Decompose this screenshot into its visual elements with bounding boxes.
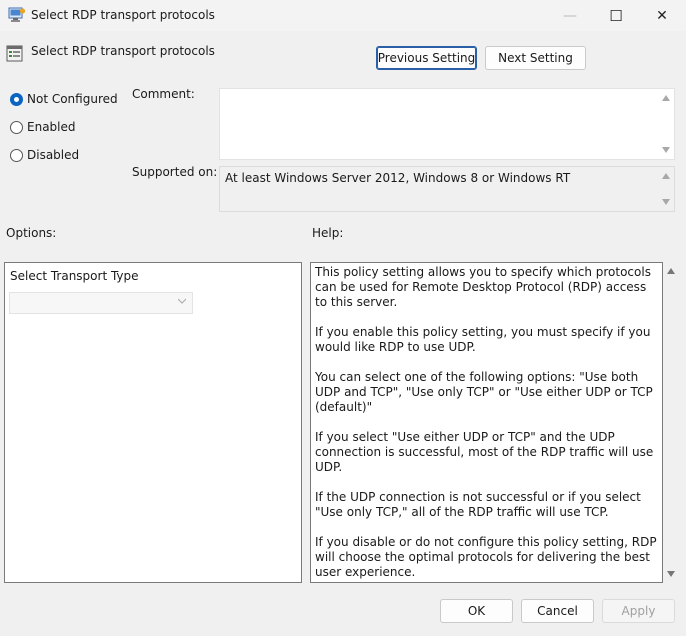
policy-app-icon: [8, 7, 26, 22]
apply-label: Apply: [621, 604, 656, 618]
next-setting-label: Next Setting: [498, 51, 573, 65]
ok-button[interactable]: OK: [440, 599, 513, 623]
help-panel: This policy setting allows you to specif…: [310, 262, 663, 583]
maximize-button[interactable]: ☐: [593, 0, 639, 31]
radio-disabled-label: Disabled: [27, 148, 80, 162]
options-label: Options:: [6, 226, 57, 240]
scroll-down-icon[interactable]: [662, 199, 670, 205]
help-paragraph: This policy setting allows you to specif…: [315, 265, 651, 309]
transport-type-select[interactable]: [9, 292, 193, 314]
help-paragraph: If the UDP connection is not successful …: [315, 490, 641, 519]
previous-setting-label: Previous Setting: [377, 51, 476, 65]
radio-disabled[interactable]: Disabled: [10, 148, 79, 162]
help-scrollbar[interactable]: [663, 262, 679, 583]
apply-button[interactable]: Apply: [602, 599, 675, 623]
radio-enabled[interactable]: Enabled: [10, 120, 76, 134]
scroll-down-icon[interactable]: [667, 571, 675, 577]
radio-enabled-indicator[interactable]: [10, 120, 23, 134]
radio-not-configured-label: Not Configured: [27, 92, 118, 106]
help-paragraph: If you enable this policy setting, you m…: [315, 325, 651, 354]
previous-setting-button[interactable]: Previous Setting: [376, 46, 477, 70]
radio-disabled-indicator[interactable]: [10, 148, 23, 162]
help-text: This policy setting allows you to specif…: [315, 265, 657, 595]
supported-on-label: Supported on:: [132, 165, 218, 179]
minimize-icon: —: [563, 7, 577, 24]
help-label: Help:: [312, 226, 344, 240]
setting-icon: [6, 45, 23, 62]
scroll-up-icon[interactable]: [662, 173, 670, 179]
comment-textbox[interactable]: [219, 88, 675, 160]
help-paragraph: You can select one of the following opti…: [315, 370, 653, 414]
next-setting-button[interactable]: Next Setting: [485, 46, 586, 70]
supported-on-box: At least Windows Server 2012, Windows 8 …: [219, 166, 675, 212]
radio-not-configured[interactable]: Not Configured: [10, 92, 118, 106]
title-bar: Select RDP transport protocols — ☐ ✕: [0, 0, 686, 31]
supported-scrollbar[interactable]: [658, 167, 674, 211]
close-icon: ✕: [656, 7, 668, 24]
radio-enabled-label: Enabled: [27, 120, 76, 134]
comment-label: Comment:: [132, 87, 195, 101]
help-paragraph: If you select "Use either UDP or TCP" an…: [315, 430, 654, 474]
window-title: Select RDP transport protocols: [31, 8, 215, 22]
ok-label: OK: [467, 604, 486, 618]
minimize-button[interactable]: —: [547, 0, 593, 31]
transport-type-label: Select Transport Type: [10, 269, 139, 283]
setting-title: Select RDP transport protocols: [31, 44, 215, 58]
chevron-down-icon: [178, 298, 186, 304]
scroll-up-icon[interactable]: [662, 95, 670, 101]
close-button[interactable]: ✕: [639, 0, 685, 31]
help-paragraph: If you disable or do not configure this …: [315, 535, 657, 579]
scroll-up-icon[interactable]: [667, 268, 675, 274]
maximize-icon: ☐: [609, 6, 623, 25]
supported-on-value: At least Windows Server 2012, Windows 8 …: [225, 171, 571, 185]
comment-scrollbar[interactable]: [658, 89, 674, 159]
cancel-button[interactable]: Cancel: [521, 599, 594, 623]
radio-not-configured-indicator[interactable]: [10, 92, 23, 106]
cancel-label: Cancel: [537, 604, 578, 618]
scroll-down-icon[interactable]: [662, 147, 670, 153]
